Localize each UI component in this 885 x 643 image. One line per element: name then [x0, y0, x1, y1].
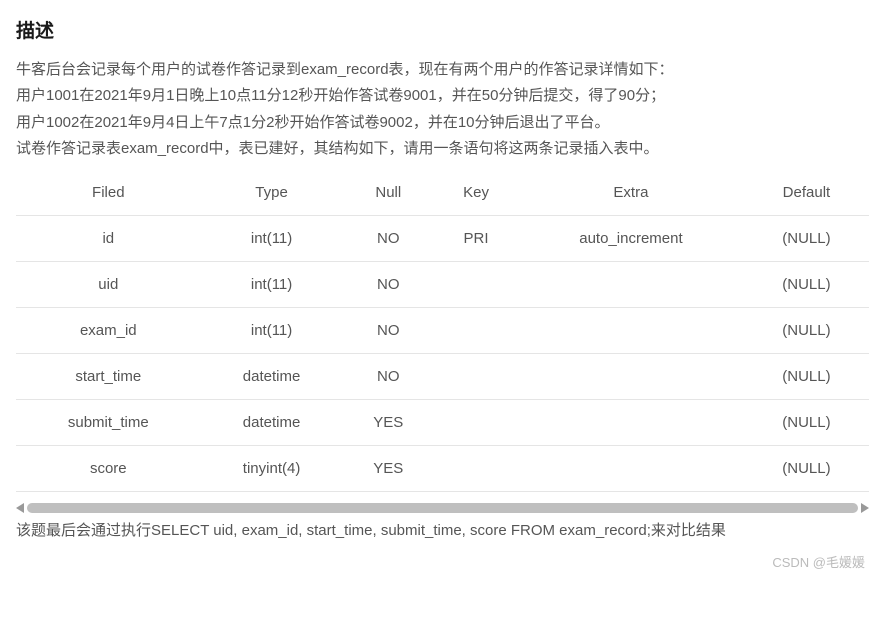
scrollbar-thumb[interactable] [27, 503, 858, 513]
table-scroll-container[interactable]: Filed Type Null Key Extra Default id int… [16, 170, 869, 500]
cell: NO [343, 354, 435, 400]
cell: int(11) [201, 308, 343, 354]
cell [518, 446, 744, 492]
cell: score [16, 446, 201, 492]
scroll-right-icon[interactable] [861, 503, 869, 513]
schema-table: Filed Type Null Key Extra Default id int… [16, 170, 869, 492]
col-header: Null [343, 170, 435, 216]
cell: int(11) [201, 216, 343, 262]
cell: exam_id [16, 308, 201, 354]
desc-line-2: 用户1001在2021年9月1日晚上10点11分12秒开始作答试卷9001，并在… [16, 83, 869, 109]
description-block: 牛客后台会记录每个用户的试卷作答记录到exam_record表，现在有两个用户的… [16, 57, 869, 162]
cell: (NULL) [744, 446, 869, 492]
table-header-row: Filed Type Null Key Extra Default [16, 170, 869, 216]
cell [434, 262, 518, 308]
cell: datetime [201, 400, 343, 446]
cell [434, 446, 518, 492]
cell: (NULL) [744, 354, 869, 400]
cell: uid [16, 262, 201, 308]
cell: tinyint(4) [201, 446, 343, 492]
col-header: Extra [518, 170, 744, 216]
cell: YES [343, 400, 435, 446]
col-header: Filed [16, 170, 201, 216]
cell [518, 354, 744, 400]
cell: auto_increment [518, 216, 744, 262]
table-row: start_time datetime NO (NULL) [16, 354, 869, 400]
table-row: score tinyint(4) YES (NULL) [16, 446, 869, 492]
cell: NO [343, 308, 435, 354]
footer-note: 该题最后会通过执行SELECT uid, exam_id, start_time… [16, 518, 869, 544]
table-row: submit_time datetime YES (NULL) [16, 400, 869, 446]
cell [434, 354, 518, 400]
cell: PRI [434, 216, 518, 262]
cell [434, 308, 518, 354]
watermark: CSDN @毛媛媛 [16, 552, 869, 571]
cell: datetime [201, 354, 343, 400]
cell: id [16, 216, 201, 262]
horizontal-scrollbar[interactable] [16, 502, 869, 514]
cell: (NULL) [744, 400, 869, 446]
cell: NO [343, 262, 435, 308]
desc-line-4: 试卷作答记录表exam_record中，表已建好，其结构如下，请用一条语句将这两… [16, 136, 869, 162]
cell: (NULL) [744, 308, 869, 354]
cell: NO [343, 216, 435, 262]
cell [518, 308, 744, 354]
cell: submit_time [16, 400, 201, 446]
col-header: Default [744, 170, 869, 216]
desc-line-1: 牛客后台会记录每个用户的试卷作答记录到exam_record表，现在有两个用户的… [16, 57, 869, 83]
cell: (NULL) [744, 262, 869, 308]
cell [518, 262, 744, 308]
col-header: Type [201, 170, 343, 216]
col-header: Key [434, 170, 518, 216]
cell [518, 400, 744, 446]
section-title: 描述 [16, 16, 869, 43]
table-row: id int(11) NO PRI auto_increment (NULL) [16, 216, 869, 262]
scroll-left-icon[interactable] [16, 503, 24, 513]
cell: int(11) [201, 262, 343, 308]
cell [434, 400, 518, 446]
cell: (NULL) [744, 216, 869, 262]
table-row: exam_id int(11) NO (NULL) [16, 308, 869, 354]
table-row: uid int(11) NO (NULL) [16, 262, 869, 308]
desc-line-3: 用户1002在2021年9月4日上午7点1分2秒开始作答试卷9002，并在10分… [16, 110, 869, 136]
cell: start_time [16, 354, 201, 400]
cell: YES [343, 446, 435, 492]
